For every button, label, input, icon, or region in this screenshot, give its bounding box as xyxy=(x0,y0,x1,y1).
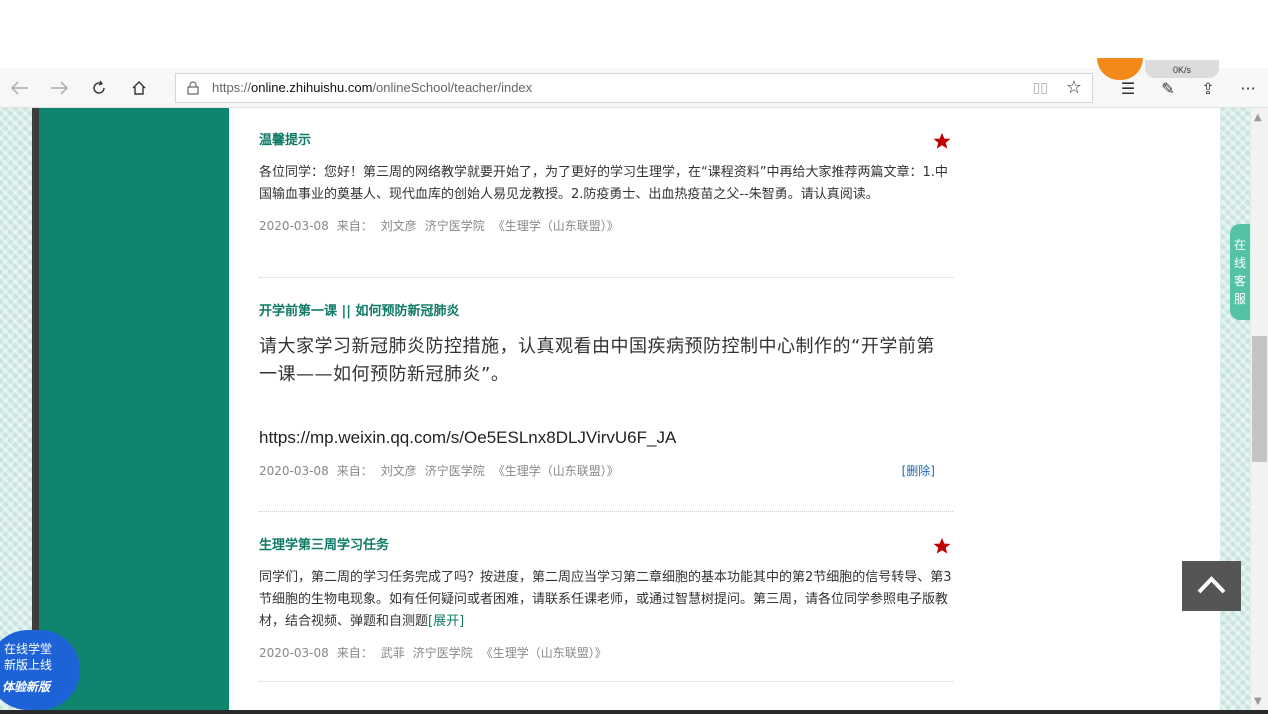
notice-body: 请大家学习新冠肺炎防控措施，认真观看由中国疾病预防控制中心制作的“开学前第一课—… xyxy=(259,333,953,449)
pinned-star-icon xyxy=(933,537,951,554)
notice-author: 刘文彦 xyxy=(380,219,417,233)
scroll-down-arrow-icon[interactable]: ▼ xyxy=(1254,696,1262,707)
top-blank-area xyxy=(0,0,1268,68)
url-text: https://online.zhihuishu.com/onlineSchoo… xyxy=(212,80,533,95)
notice-author: 刘文彦 xyxy=(380,464,417,478)
notice-list: 温馨提示 各位同学：您好！第三周的网络教学就要开始了，为了更好的学习生理学，在“… xyxy=(229,108,1220,714)
pinned-star-icon xyxy=(933,132,951,149)
notice-course: 《生理学（山东联盟）》 xyxy=(492,464,619,478)
taskbar-edge xyxy=(0,710,1268,714)
notice-meta: 2020-03-08 来自： 武菲 济宁医学院 《生理学（山东联盟）》 xyxy=(259,645,953,661)
notice-date: 2020-03-08 xyxy=(259,219,329,233)
divider xyxy=(259,511,953,512)
network-speed-widget: 0K/s xyxy=(1145,60,1219,78)
expand-link[interactable]: [展开] xyxy=(428,614,464,629)
delete-button[interactable]: [删除] xyxy=(902,463,935,479)
left-sidebar xyxy=(39,108,229,714)
notice-body: 同学们，第二周的学习任务完成了吗？按进度，第二周应当学习第二章细胞的基本功能其中… xyxy=(259,567,953,633)
notice-item: 开学前第一课 || 如何预防新冠肺炎 请大家学习新冠肺炎防控措施，认真观看由中国… xyxy=(259,303,953,479)
back-to-top-button[interactable] xyxy=(1182,561,1241,611)
notice-title[interactable]: 生理学第三周学习任务 xyxy=(259,537,953,555)
notice-date: 2020-03-08 xyxy=(259,646,329,660)
refresh-icon[interactable] xyxy=(80,68,118,108)
notice-school: 济宁医学院 xyxy=(424,464,485,478)
notice-body: 各位同学：您好！第三周的网络教学就要开始了，为了更好的学习生理学，在“课程资料”… xyxy=(259,165,948,202)
notice-title[interactable]: 开学前第一课 || 如何预防新冠肺炎 xyxy=(259,303,953,321)
from-label: 来自： xyxy=(336,219,373,233)
badge-try-new: 体验新版 xyxy=(2,680,51,694)
address-bar[interactable]: https://online.zhihuishu.com/onlineSchoo… xyxy=(175,73,1093,103)
badge-line2: 新版上线 xyxy=(4,658,53,672)
notice-author: 武菲 xyxy=(380,646,405,660)
divider xyxy=(259,681,953,682)
chevron-up-icon xyxy=(1197,576,1226,594)
browser-toolbar: https://online.zhihuishu.com/onlineSchoo… xyxy=(0,68,1268,108)
notice-meta: 2020-03-08 来自： 刘文彦 济宁医学院 《生理学（山东联盟）》 xyxy=(259,218,953,234)
reading-view-icon[interactable]: ▯▯ xyxy=(1033,80,1048,96)
new-version-badge[interactable]: 在线学堂 新版上线 体验新版 xyxy=(0,630,80,710)
notice-body-text: 同学们，第二周的学习任务完成了吗？按进度，第二周应当学习第二章细胞的基本功能其中… xyxy=(259,570,952,629)
notice-link[interactable]: https://mp.weixin.qq.com/s/Oe5ESLnx8DLJV… xyxy=(259,427,953,449)
scroll-up-arrow-icon[interactable]: ▲ xyxy=(1254,112,1262,123)
from-label: 来自： xyxy=(336,464,373,478)
divider xyxy=(259,277,953,278)
favorite-star-icon[interactable]: ☆ xyxy=(1066,77,1082,98)
notice-item: 生理学第三周学习任务 同学们，第二周的学习任务完成了吗？按进度，第二周应当学习第… xyxy=(259,537,953,661)
badge-line1: 在线学堂 xyxy=(4,642,53,656)
page-viewport: 温馨提示 各位同学：您好！第三周的网络教学就要开始了，为了更好的学习生理学，在“… xyxy=(0,108,1268,714)
back-arrow-icon[interactable] xyxy=(1,68,39,108)
lock-icon xyxy=(187,81,199,95)
notice-meta: 2020-03-08 来自： 刘文彦 济宁医学院 《生理学（山东联盟）》 [删除] xyxy=(259,463,953,479)
service-char: 服 xyxy=(1233,292,1246,306)
notice-title[interactable]: 温馨提示 xyxy=(259,132,953,150)
scrollbar-thumb[interactable] xyxy=(1252,336,1267,462)
online-service-button[interactable]: 在 线 客 服 xyxy=(1230,224,1250,320)
notice-school: 济宁医学院 xyxy=(424,219,485,233)
forward-arrow-icon[interactable] xyxy=(40,68,78,108)
notice-course: 《生理学（山东联盟）》 xyxy=(480,646,607,660)
left-dark-strip xyxy=(32,108,39,714)
notice-course: 《生理学（山东联盟）》 xyxy=(492,219,619,233)
notice-item: 温馨提示 各位同学：您好！第三周的网络教学就要开始了，为了更好的学习生理学，在“… xyxy=(259,132,953,234)
service-char: 在 xyxy=(1233,238,1246,252)
notice-school: 济宁医学院 xyxy=(412,646,473,660)
service-char: 线 xyxy=(1233,256,1246,270)
home-icon[interactable] xyxy=(120,68,158,108)
from-label: 来自： xyxy=(336,646,373,660)
notice-body-text: 请大家学习新冠肺炎防控措施，认真观看由中国疾病预防控制中心制作的“开学前第一课—… xyxy=(259,336,935,385)
more-menu-icon[interactable]: ··· xyxy=(1229,68,1267,108)
notice-date: 2020-03-08 xyxy=(259,464,329,478)
service-char: 客 xyxy=(1233,274,1246,288)
